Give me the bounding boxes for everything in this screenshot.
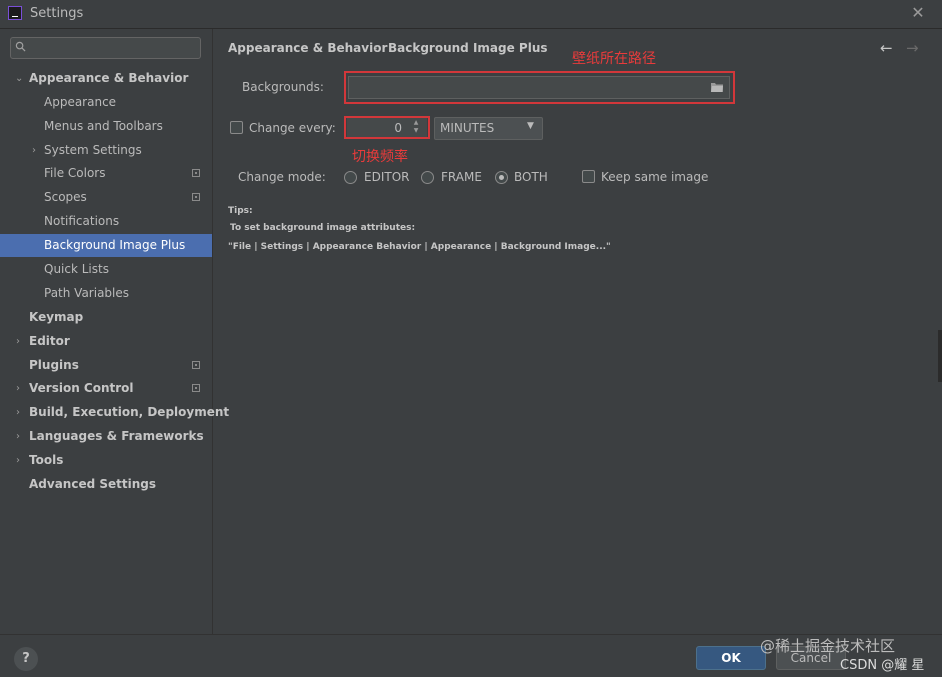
tips-line: "File | Settings | Appearance Behavior |… [228,242,611,252]
watermark: CSDN @耀 星 [840,658,925,673]
sidebar-item-scopes[interactable]: Scopes [0,186,212,209]
sidebar-item-notifications[interactable]: Notifications [0,210,212,233]
breadcrumb-separator: › [373,41,378,55]
search-icon [15,41,26,52]
close-button[interactable]: ✕ [908,3,928,23]
change-mode-label: Change mode: [238,170,326,184]
mode-both-radio[interactable] [495,171,508,184]
tips-title: Tips: [228,206,253,216]
backgrounds-label: Backgrounds: [242,80,324,94]
search-input[interactable] [10,37,201,59]
window-title: Settings [30,6,84,21]
scrollbar-strip [938,330,942,382]
sidebar-item-file-colors[interactable]: File Colors [0,162,212,185]
annotation-path-note: 壁纸所在路径 [572,51,656,67]
project-scope-icon [192,193,200,201]
sidebar-item-appearance-behavior[interactable]: ⌄ Appearance & Behavior [0,67,212,90]
breadcrumb-current: Background Image Plus [388,41,548,55]
sidebar-item-appearance[interactable]: Appearance [0,91,212,114]
chevron-right-icon: › [16,455,20,466]
tips-line: To set background image attributes: [230,223,416,233]
backgrounds-path-input[interactable] [348,76,730,99]
sidebar-item-system-settings[interactable]: › System Settings [0,139,212,162]
title-bar [0,0,942,29]
sidebar-item-quick-lists[interactable]: Quick Lists [0,258,212,281]
sidebar-item-plugins[interactable]: Plugins [0,354,212,377]
intellij-app-icon [8,6,22,20]
chevron-right-icon: › [16,383,20,394]
sidebar-item-tools[interactable]: › Tools [0,449,212,472]
interval-value: 0 [394,121,402,135]
sidebar-item-path-variables[interactable]: Path Variables [0,282,212,305]
interval-unit-value: MINUTES [440,121,495,135]
chevron-down-icon: ▼ [527,121,534,131]
back-arrow-icon[interactable]: ← [880,39,893,57]
mode-frame-radio[interactable] [421,171,434,184]
sidebar-item-languages-frameworks[interactable]: › Languages & Frameworks [0,425,212,448]
mode-editor-radio[interactable] [344,171,357,184]
keep-same-image-label: Keep same image [601,170,709,184]
forward-arrow-icon[interactable]: → [906,39,919,57]
change-every-label: Change every: [249,121,336,135]
mode-both-label: BOTH [514,170,548,184]
sidebar-item-background-image-plus[interactable]: Background Image Plus [0,234,212,257]
folder-icon[interactable] [711,82,723,92]
sidebar-divider [212,29,213,634]
project-scope-icon [192,384,200,392]
mode-frame-label: FRAME [441,170,482,184]
sidebar-item-editor[interactable]: › Editor [0,330,212,353]
chevron-right-icon: › [32,145,36,156]
breadcrumb-parent[interactable]: Appearance & Behavior [228,41,387,55]
sidebar-item-build-execution-deployment[interactable]: › Build, Execution, Deployment [0,401,229,424]
sidebar-item-advanced-settings[interactable]: Advanced Settings [0,473,212,496]
change-every-checkbox[interactable] [230,121,243,134]
chevron-down-icon: ⌄ [15,73,24,84]
sidebar-item-version-control[interactable]: › Version Control [0,377,212,400]
chevron-right-icon: › [16,407,20,418]
mode-editor-label: EDITOR [364,170,410,184]
sidebar-item-keymap[interactable]: Keymap [0,306,212,329]
ok-button[interactable]: OK [696,646,766,670]
help-button[interactable]: ? [14,647,38,671]
annotation-frequency-note: 切换频率 [352,149,408,165]
sidebar-item-menus-toolbars[interactable]: Menus and Toolbars [0,115,212,138]
interval-stepper[interactable]: ▲ ▼ [410,119,422,137]
keep-same-image-checkbox[interactable] [582,170,595,183]
chevron-right-icon: › [16,336,20,347]
chevron-right-icon: › [16,431,20,442]
project-scope-icon [192,361,200,369]
project-scope-icon [192,169,200,177]
watermark: @稀土掘金技术社区 [760,637,896,655]
